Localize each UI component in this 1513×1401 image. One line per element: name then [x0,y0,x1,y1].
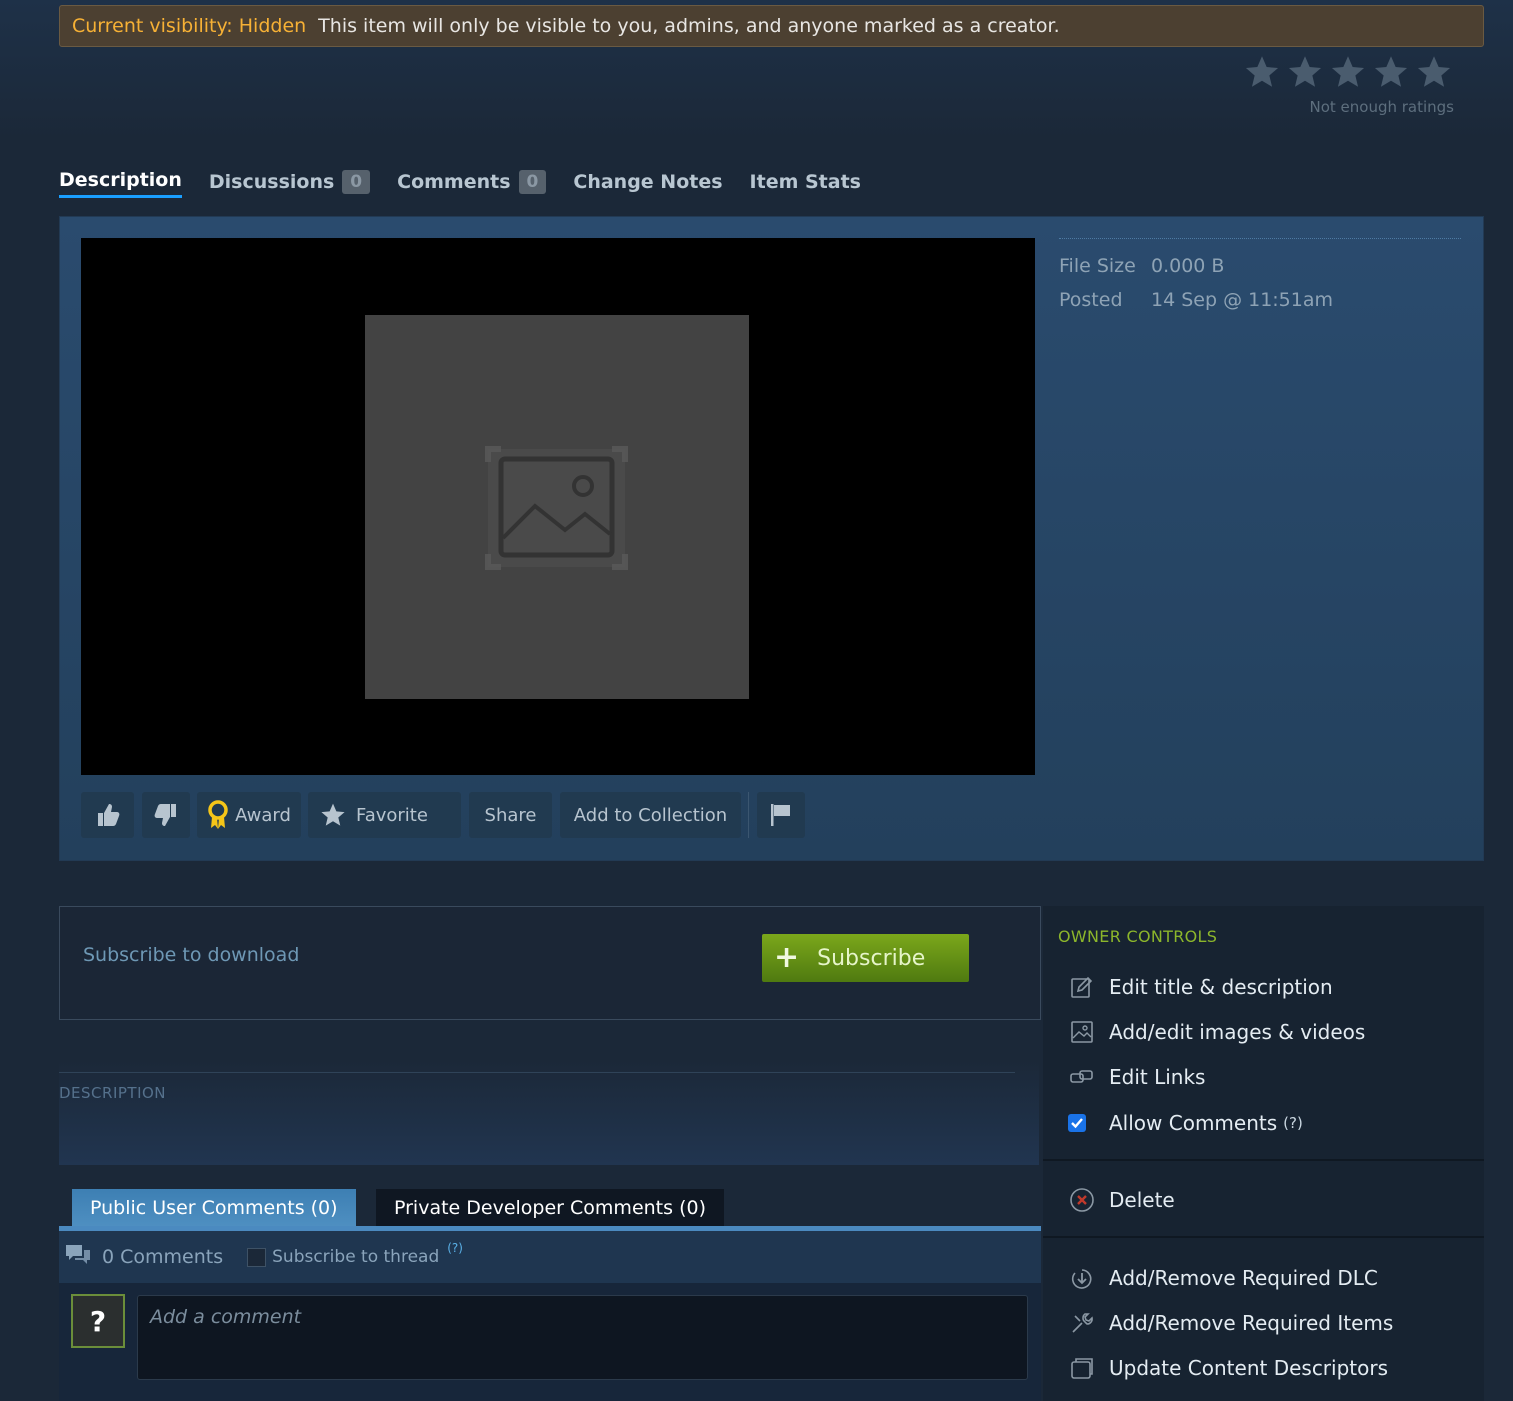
share-label: Share [484,804,537,826]
discussions-count-badge: 0 [342,170,371,194]
edit-title-link[interactable]: Edit title & description [1068,971,1333,1003]
owner-divider [1043,1159,1484,1161]
plus-icon: + [774,940,800,975]
allow-comments-label: Allow Comments [1109,1111,1278,1135]
share-button[interactable]: Share [469,792,552,838]
delete-icon [1068,1186,1096,1214]
tab-label: Public User Comments (0) [90,1196,338,1219]
subscribe-prompt: Subscribe to download [83,944,300,966]
details-divider [1059,238,1461,239]
star-icon [1330,54,1366,90]
add-to-collection-label: Add to Collection [573,804,728,826]
subscribe-thread-toggle[interactable]: Subscribe to thread (?) [247,1241,463,1267]
visibility-banner: Current visibility: Hidden This item wil… [59,5,1484,47]
required-items-label: Add/Remove Required Items [1109,1311,1394,1335]
subscribe-thread-help-link[interactable]: (?) [447,1241,463,1255]
tab-bar: Description Discussions 0 Comments 0 Cha… [59,166,888,198]
content-descriptors-link[interactable]: Update Content Descriptors [1068,1352,1388,1384]
star-icon [320,802,346,828]
comments-icon [64,1242,92,1272]
tab-label: Discussions [208,171,335,193]
report-button[interactable] [757,792,805,838]
description-section [59,1060,1039,1165]
thumbs-down-icon [153,802,179,828]
file-size-label: File Size [1059,255,1136,277]
file-size-value: 0.000 B [1151,255,1225,277]
tab-label: Private Developer Comments (0) [394,1196,706,1219]
visibility-message: This item will only be visible to you, a… [318,15,1060,37]
tab-discussions[interactable]: Discussions 0 [208,167,371,197]
star-icon [1244,54,1280,90]
award-button[interactable]: Award [197,792,301,838]
tab-item-stats[interactable]: Item Stats [750,167,861,197]
posted-label: Posted [1059,289,1123,311]
favorite-label: Favorite [356,804,428,826]
edit-images-label: Add/edit images & videos [1109,1020,1366,1044]
add-to-collection-button[interactable]: Add to Collection [560,792,741,838]
award-label: Award [235,804,291,826]
tab-description[interactable]: Description [59,166,182,198]
edit-title-label: Edit title & description [1109,975,1333,999]
posted-row: Posted 14 Sep @ 11:51am [1059,289,1333,311]
thumbs-up-button[interactable] [81,792,134,838]
edit-links-label: Edit Links [1109,1065,1206,1089]
required-dlc-label: Add/Remove Required DLC [1109,1266,1378,1290]
thumbs-up-icon [95,802,121,828]
description-divider [59,1072,1015,1073]
visibility-label: Current visibility: Hidden [72,15,307,37]
required-items-link[interactable]: Add/Remove Required Items [1068,1307,1393,1339]
thumbs-down-button[interactable] [142,792,190,838]
subscribe-button[interactable]: + Subscribe [762,934,969,982]
owner-controls-title: OWNER CONTROLS [1058,927,1218,946]
rating-stars [1244,54,1452,90]
comment-input[interactable]: Add a comment [137,1295,1028,1380]
description-title: DESCRIPTION [59,1084,167,1102]
image-icon [1068,1018,1096,1046]
tab-change-notes[interactable]: Change Notes [573,167,722,197]
owner-divider [1043,1236,1484,1238]
content-descriptors-label: Update Content Descriptors [1109,1356,1389,1380]
comments-count-badge: 0 [518,170,547,194]
tab-comments[interactable]: Comments 0 [397,167,547,197]
rating-text: Not enough ratings [1309,98,1454,116]
star-icon [1373,54,1409,90]
favorite-button[interactable]: Favorite [308,792,461,838]
file-size-row: File Size 0.000 B [1059,255,1224,277]
posted-value: 14 Sep @ 11:51am [1151,289,1334,311]
subscribe-thread-label: Subscribe to thread [272,1247,440,1267]
allow-comments-toggle[interactable]: Allow Comments (?) [1068,1107,1303,1139]
avatar: ? [71,1294,125,1348]
required-dlc-link[interactable]: Add/Remove Required DLC [1068,1262,1378,1294]
edit-icon [1068,973,1096,1001]
dlc-download-icon [1068,1264,1096,1292]
flag-icon [769,802,793,828]
star-icon [1287,54,1323,90]
link-icon [1068,1063,1096,1091]
tab-label: Item Stats [749,171,861,193]
allow-comments-checkbox[interactable] [1068,1109,1096,1137]
star-icon [1416,54,1452,90]
button-divider [748,792,749,838]
comment-header-bar: 0 Comments Subscribe to thread (?) [59,1231,1041,1283]
tab-label: Comments [397,171,511,193]
delete-link[interactable]: Delete [1068,1184,1175,1216]
tab-private-comments[interactable]: Private Developer Comments (0) [376,1189,724,1226]
comment-count: 0 Comments [102,1246,224,1268]
allow-comments-help-link[interactable]: (?) [1283,1114,1303,1132]
subscribe-label: Subscribe [817,945,926,971]
delete-label: Delete [1109,1188,1175,1212]
edit-links-link[interactable]: Edit Links [1068,1061,1205,1093]
edit-images-link[interactable]: Add/edit images & videos [1068,1016,1365,1048]
tab-public-comments[interactable]: Public User Comments (0) [72,1189,356,1226]
award-icon [207,800,229,830]
checkmark-icon [1068,1114,1086,1132]
tools-icon [1068,1309,1096,1337]
tag-icon [1068,1354,1096,1382]
tab-label: Description [59,168,182,191]
image-placeholder-icon [485,446,628,570]
subscribe-thread-checkbox[interactable] [247,1247,267,1267]
tab-label: Change Notes [573,171,723,193]
